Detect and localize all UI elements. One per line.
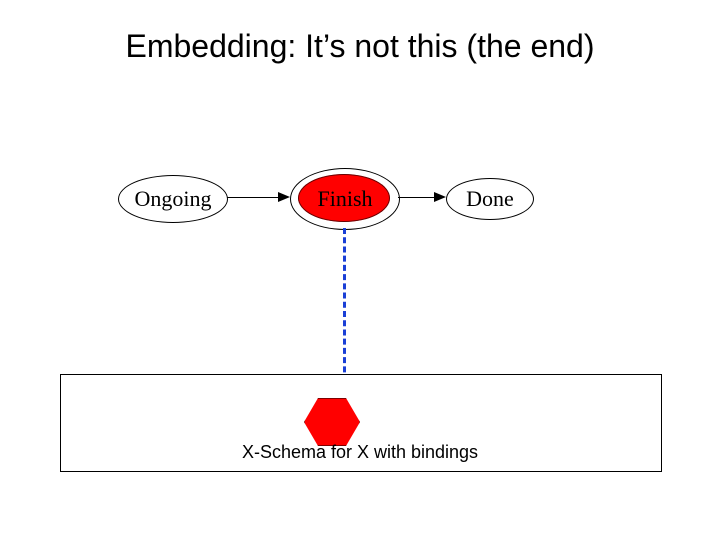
state-label: Done bbox=[466, 186, 514, 212]
state-done: Done bbox=[446, 178, 534, 220]
arrow-ongoing-to-finish bbox=[226, 197, 278, 198]
arrowhead-icon bbox=[434, 192, 446, 202]
state-label: Ongoing bbox=[135, 186, 212, 212]
slide-title: Embedding: It’s not this (the end) bbox=[0, 28, 720, 65]
arrow-finish-to-done bbox=[398, 197, 434, 198]
state-finish: Finish bbox=[290, 168, 400, 230]
state-label: Finish bbox=[317, 186, 372, 212]
arrowhead-icon bbox=[278, 192, 290, 202]
state-ongoing: Ongoing bbox=[118, 175, 228, 223]
xschema-caption: X-Schema for X with bindings bbox=[60, 442, 660, 463]
diagram-canvas: Embedding: It’s not this (the end) Ongoi… bbox=[0, 0, 720, 540]
